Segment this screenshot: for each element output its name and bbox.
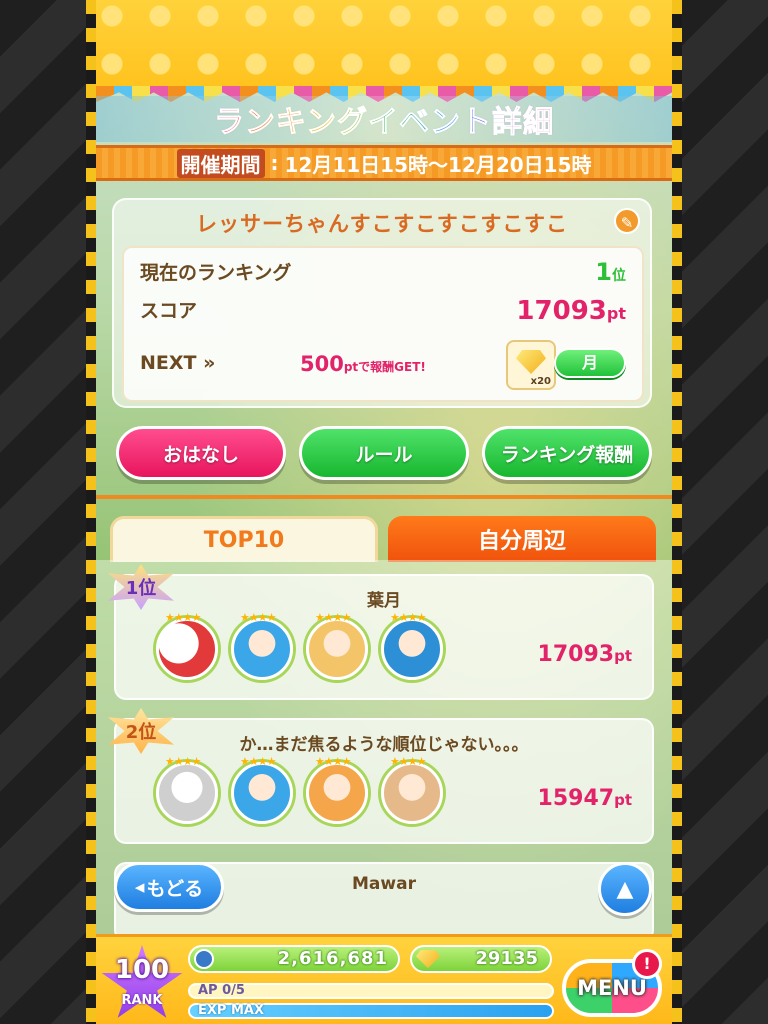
current-ranking-row: 現在のランキング 1位 [140, 258, 626, 286]
stars-icon: ★★★★ [390, 755, 426, 768]
stars-icon: ★★★★ [165, 755, 201, 768]
tab-around-me[interactable]: 自分周辺 [388, 516, 656, 562]
game-screen: ランキングイベント詳細 開催期間 : 12月11日15時〜12月20日15時 レ… [96, 0, 672, 1024]
stars-icon: ★★★★ [165, 611, 201, 624]
reward-list-button[interactable]: 月 [554, 348, 626, 378]
talk-button[interactable]: おはなし [116, 426, 286, 480]
reward-qty: x20 [530, 376, 551, 387]
stars-icon: ★★★★ [240, 755, 276, 768]
coin-value: 2,616,681 [277, 948, 388, 969]
next-points-suffix: ptで報酬GET! [343, 360, 426, 374]
next-reward-row: NEXT » 500ptで報酬GET! x20 月 [140, 340, 626, 390]
alert-icon: ! [632, 949, 662, 979]
score-unit: pt [606, 304, 626, 323]
ranking-entry-1[interactable]: 1位 葉月 ★★★★ ★★★★ ★★★★ ★★★★ 17093pt [108, 564, 654, 700]
character-icon: ★★★★ [381, 755, 443, 824]
stars-icon: ★★★★ [315, 755, 351, 768]
exp-bar: EXP MAX [188, 1003, 554, 1019]
section-divider [96, 495, 672, 499]
stars-icon: ★★★★ [315, 611, 351, 624]
period-colon: : [270, 151, 279, 175]
gem-icon [516, 350, 546, 374]
score-value: 17093pt [516, 296, 626, 326]
score-label: スコア [140, 300, 198, 322]
period-value: 12月11日15時〜12月20日15時 [284, 152, 592, 177]
score-row: スコア 17093pt [140, 296, 626, 326]
edit-pencil-icon[interactable]: ✎ [614, 208, 640, 234]
player-name: レッサーちゃんすこすこすこすこすこ [196, 212, 568, 236]
event-title-banner: ランキングイベント詳細 [96, 96, 672, 142]
current-ranking-value: 1位 [595, 258, 626, 286]
coin-icon [194, 949, 214, 969]
next-label: NEXT » [140, 352, 216, 374]
ap-label: AP 0/5 [198, 983, 245, 998]
player-score: 15947pt [538, 786, 632, 811]
right-frame-edge [672, 0, 682, 1024]
character-icon: ★★★★ [231, 755, 293, 824]
score-unit: pt [614, 791, 632, 809]
score-number: 17093 [516, 296, 607, 326]
status-bar: 100 RANK 2,616,681 29135 AP 0/5 EXP MAX … [96, 934, 672, 1024]
character-icon: ★★★★ [306, 611, 368, 680]
score-number: 15947 [537, 786, 615, 811]
player-name: か…まだ焦るような順位じゃない。。。 [239, 735, 529, 755]
player-score: 17093pt [538, 642, 632, 667]
party-characters: ★★★★ ★★★★ ★★★★ ★★★★ [156, 611, 443, 680]
reward-gem-icon: x20 [506, 340, 556, 390]
current-ranking-label: 現在のランキング [140, 262, 292, 284]
back-label: もどる [146, 877, 204, 900]
event-title: ランキングイベント詳細 [213, 97, 554, 141]
character-icon: ★★★★ [156, 611, 218, 680]
ranking-number: 1 [595, 258, 612, 286]
exp-label: EXP MAX [198, 1003, 264, 1018]
rules-button[interactable]: ルール [299, 426, 469, 480]
stars-icon: ★★★★ [390, 611, 426, 624]
tab-top10[interactable]: TOP10 [110, 516, 378, 562]
left-side-pattern [0, 0, 97, 1024]
player-name: 葉月 [367, 591, 401, 611]
period-label: 開催期間 [176, 148, 265, 178]
stars-icon: ★★★★ [240, 611, 276, 624]
back-button[interactable]: ◂ もどる [114, 862, 224, 912]
character-icon: ★★★★ [306, 755, 368, 824]
next-points: 500 [300, 352, 344, 376]
gem-icon [416, 950, 440, 968]
character-icon: ★★★★ [231, 611, 293, 680]
score-unit: pt [614, 647, 632, 665]
right-side-pattern [671, 0, 768, 1024]
player-panel: レッサーちゃんすこすこすこすこすこ ✎ 現在のランキング 1位 スコア 1709… [112, 198, 652, 408]
ranking-entry-2[interactable]: 2位 か…まだ焦るような順位じゃない。。。 ★★★★ ★★★★ ★★★★ ★★★… [108, 708, 654, 844]
scroll-top-button[interactable]: ▲ [598, 862, 652, 916]
gem-counter: 29135 [410, 945, 552, 973]
character-icon: ★★★★ [381, 611, 443, 680]
character-icon: ★★★★ [156, 755, 218, 824]
rank-label: RANK [121, 993, 163, 1008]
top-sun-pattern [96, 0, 672, 92]
ranking-suffix: 位 [612, 268, 626, 284]
rank-value: 100 [114, 955, 170, 985]
left-frame-edge [86, 0, 96, 1024]
chevron-left-icon: ◂ [134, 876, 145, 898]
party-characters: ★★★★ ★★★★ ★★★★ ★★★★ [156, 755, 443, 824]
coin-counter: 2,616,681 [188, 945, 400, 973]
ranking-reward-button[interactable]: ランキング報酬 [482, 426, 652, 480]
arrow-up-icon: ▲ [616, 876, 634, 902]
score-number: 17093 [537, 642, 615, 667]
ap-bar: AP 0/5 [188, 983, 554, 999]
next-reward-text: 500ptで報酬GET! [300, 352, 426, 376]
player-stats-box: 現在のランキング 1位 スコア 17093pt NEXT » 500ptで報酬G… [122, 246, 644, 402]
event-period: 開催期間 : 12月11日15時〜12月20日15時 [96, 145, 672, 181]
gem-value: 29135 [475, 948, 538, 969]
